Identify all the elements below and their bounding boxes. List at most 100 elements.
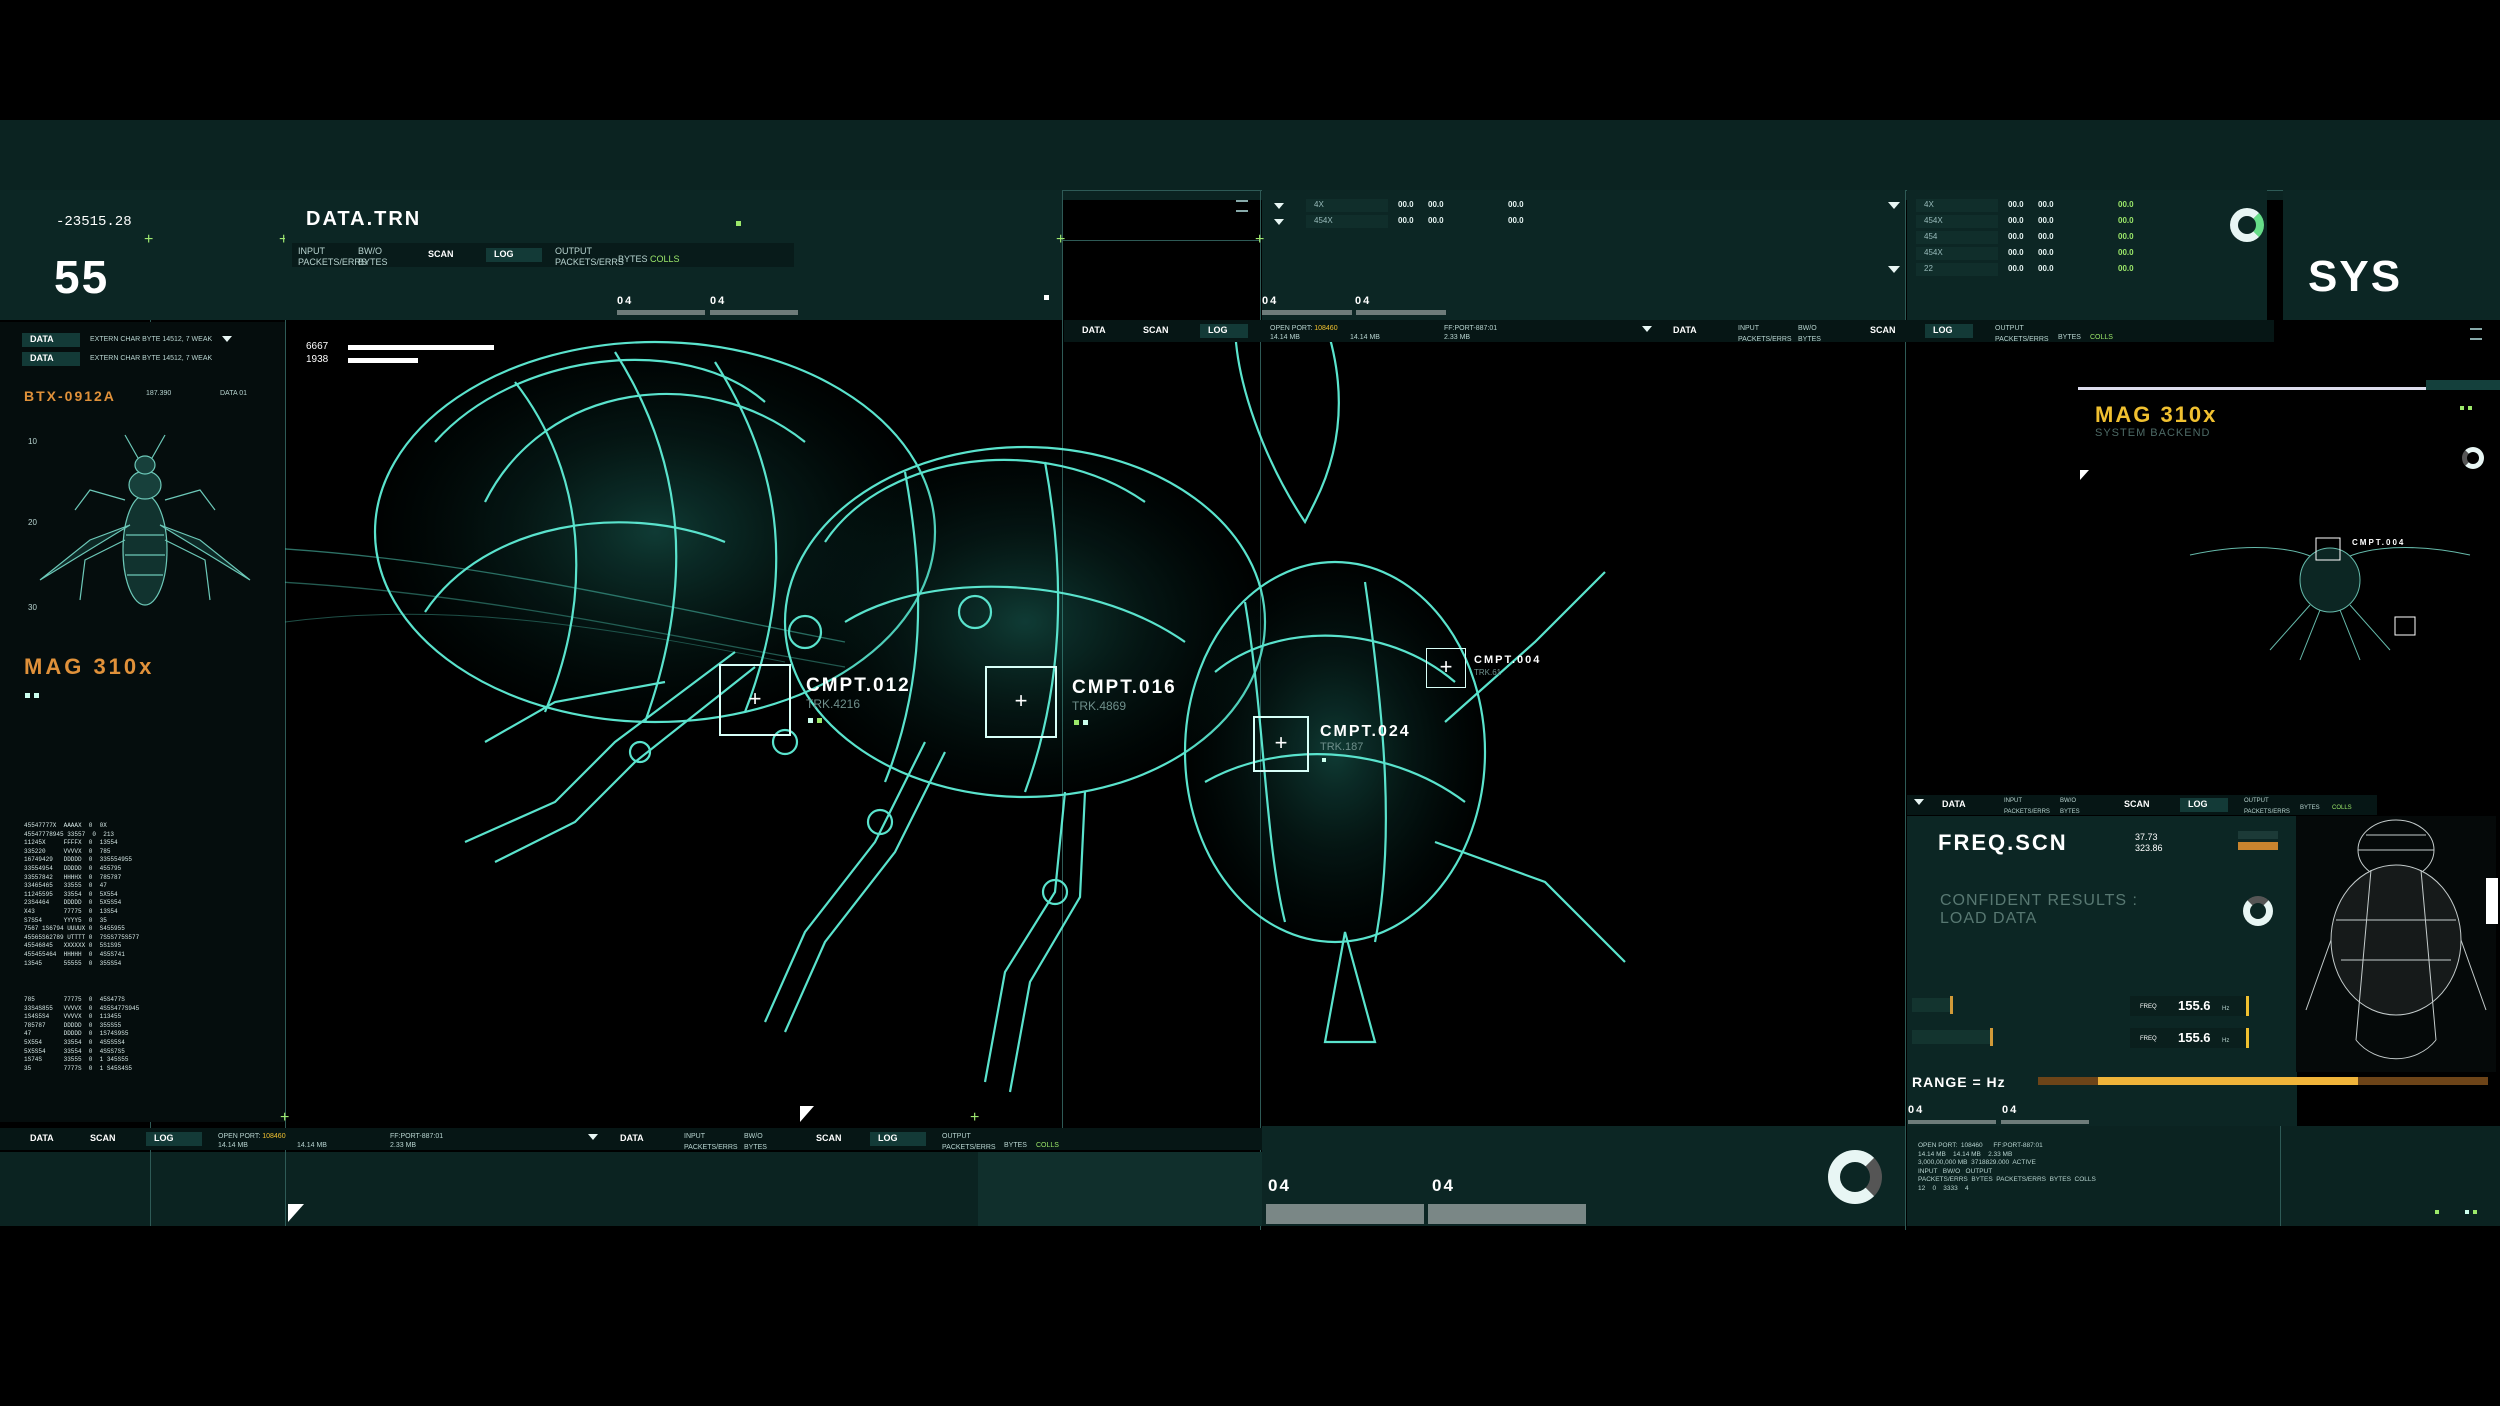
tick-label: 04 (1432, 1176, 1455, 1195)
target-id: CMPT.016 (1072, 677, 1177, 698)
tab-scan[interactable]: SCAN (82, 1132, 124, 1146)
colls-label: COLLS (650, 254, 680, 264)
readout-field[interactable]: 454X (1916, 215, 1998, 228)
readout-value: 00.0 (2118, 264, 2134, 273)
tab-log[interactable]: LOG (870, 1132, 926, 1146)
mag-label: MAG 310x (2095, 402, 2218, 427)
range-label: RANGE = Hz (1912, 1074, 2006, 1090)
readout-value: 00.0 (2038, 264, 2054, 273)
target-id: CMPT.004 (1474, 654, 1542, 666)
tab-data[interactable]: DATA (22, 333, 80, 347)
crosshair-plus-icon: + (970, 1109, 980, 1126)
readout-value: 00.0 (2008, 232, 2024, 241)
progress-track (617, 310, 705, 315)
freq-unit: Hz (2222, 1038, 2230, 1044)
freq-unit: Hz (2222, 1006, 2230, 1012)
freq-bar-tick (1990, 1028, 1993, 1046)
tab-scan[interactable]: SCAN (420, 248, 462, 262)
bw-label: BW/O BYTES (2060, 798, 2080, 815)
meta-value: DATA 01 (220, 390, 247, 397)
target-reticle[interactable] (1426, 648, 1466, 688)
dropdown-arrow-icon[interactable] (1274, 219, 1284, 225)
tab-log[interactable]: LOG (146, 1132, 202, 1146)
menu-icon[interactable] (1236, 200, 1248, 212)
mag-label: MAG 310x (24, 654, 155, 679)
output-label: OUTPUT PACKETS/ERRS (942, 1133, 996, 1151)
target-id: CMPT.012 (806, 675, 911, 696)
readout-value: 00.0 (2038, 200, 2054, 209)
grid-line (2280, 1126, 2281, 1226)
tab-scan[interactable]: SCAN (1135, 324, 1177, 338)
tab-scan[interactable]: SCAN (1862, 324, 1904, 338)
menu-icon[interactable] (2470, 328, 2482, 340)
readout-field[interactable]: 4X (1916, 199, 1998, 212)
progress-track (1356, 310, 1446, 315)
bee-front-mini-icon (2189, 537, 2471, 661)
freq-reading: 155.6 (2178, 1030, 2211, 1045)
meta-value: 187.390 (146, 390, 172, 397)
target-reticle[interactable] (985, 666, 1057, 738)
crosshair-plus-icon: + (1056, 231, 1066, 248)
readout-field[interactable]: 22 (1916, 263, 1998, 276)
mini-select[interactable] (2238, 831, 2278, 839)
status-dot (1074, 720, 1079, 725)
tab-data[interactable]: DATA (1934, 798, 1974, 812)
scroll-handle[interactable] (2486, 878, 2498, 924)
dropdown-arrow-icon[interactable] (1274, 203, 1284, 209)
dropdown-arrow-icon[interactable] (222, 336, 232, 342)
crosshair-plus-icon: + (1255, 231, 1265, 248)
colls-label: COLLS (2090, 334, 2113, 341)
mb-readout: 14.14 MB (1350, 334, 1380, 341)
tab-log[interactable]: LOG (1200, 324, 1248, 338)
bee-top-wireframe-icon (2305, 819, 2487, 1060)
dropdown-arrow-icon[interactable] (1888, 266, 1900, 273)
readout-value: 00.0 (1508, 216, 1524, 225)
target-trk: TRK.4869 (1072, 699, 1127, 713)
progress-track (710, 310, 798, 315)
tab-log[interactable]: LOG (2180, 798, 2228, 812)
tab-data[interactable]: DATA (22, 1132, 62, 1146)
dropdown-arrow-icon[interactable] (588, 1134, 598, 1140)
cursor-icon (800, 1106, 814, 1122)
tab-data[interactable]: DATA (22, 352, 80, 366)
readout-field[interactable]: 454X (1916, 247, 1998, 260)
bee-thumbnail-icon (39, 434, 251, 606)
bar-label: 6667 (306, 341, 329, 352)
progress-track (1428, 1204, 1586, 1224)
level-bar (348, 358, 418, 363)
status-dot (1044, 295, 1049, 300)
readout-field[interactable]: 454X (1306, 215, 1388, 228)
input-label: INPUT PACKETS/ERRS (298, 246, 367, 267)
tab-scan[interactable]: SCAN (808, 1132, 850, 1146)
mb-readout: 14.14 MB (218, 1142, 248, 1149)
readout-value: 00.0 (2118, 232, 2134, 241)
tab-data[interactable]: DATA (1074, 324, 1114, 338)
tick-label: 04 (1355, 295, 1372, 307)
tab-scan[interactable]: SCAN (2116, 798, 2158, 812)
dropdown-arrow-icon[interactable] (1914, 799, 1924, 805)
input-label: INPUT PACKETS/ERRS (2004, 798, 2050, 815)
readout-field[interactable]: 454 (1916, 231, 1998, 244)
status-dot (736, 221, 741, 226)
target-reticle[interactable] (1253, 716, 1309, 772)
status-dot (2460, 406, 2464, 410)
readout-value: 00.0 (2118, 200, 2134, 209)
tab-data[interactable]: DATA (612, 1132, 652, 1146)
readout-field[interactable]: 4X (1306, 199, 1388, 212)
status-dot (2473, 1210, 2477, 1214)
readout-tag: 454X (1314, 216, 1333, 225)
tab-data[interactable]: DATA (1665, 324, 1705, 338)
tick-label: 04 (2002, 1104, 2019, 1116)
readout-value: 00.0 (1398, 200, 1414, 209)
tab-log[interactable]: LOG (486, 248, 542, 262)
progress-track (1266, 1204, 1424, 1224)
data-list: 785 77775 0 45S477S 33S4S855 VVVVX 0 4S5… (24, 996, 140, 1072)
target-reticle[interactable] (719, 664, 791, 736)
dropdown-arrow-icon[interactable] (1888, 202, 1900, 209)
cursor-icon (2080, 470, 2089, 480)
dropdown-arrow-icon[interactable] (1642, 326, 1652, 332)
mini-select[interactable] (2238, 842, 2278, 850)
readout-value: 00.0 (2008, 264, 2024, 273)
tab-log[interactable]: LOG (1925, 324, 1973, 338)
loading-ring-icon (2462, 447, 2484, 469)
